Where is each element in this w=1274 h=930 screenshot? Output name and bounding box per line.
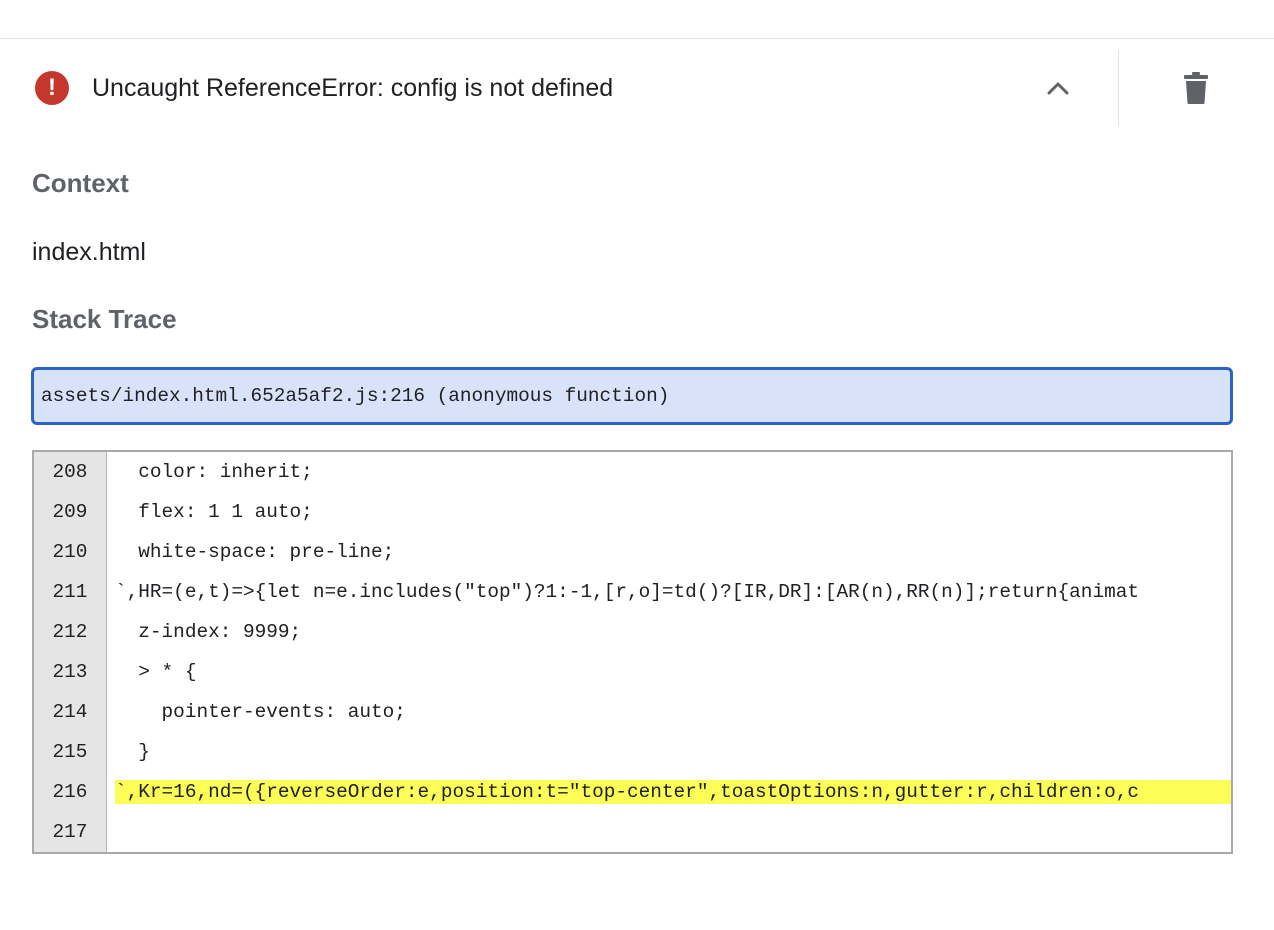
code-line-highlighted: 216 `,Kr=16,nd=({reverseOrder:e,position… xyxy=(34,772,1231,812)
chevron-up-icon xyxy=(1047,82,1069,95)
code-line: 209 flex: 1 1 auto; xyxy=(34,492,1231,532)
code-line: 214 pointer-events: auto; xyxy=(34,692,1231,732)
trash-icon xyxy=(1184,72,1208,104)
code-line: 211 `,HR=(e,t)=>{let n=e.includes("top")… xyxy=(34,572,1231,612)
line-code-highlighted: `,Kr=16,nd=({reverseOrder:e,position:t="… xyxy=(115,780,1231,804)
stack-frame-selected[interactable]: assets/index.html.652a5af2.js:216 (anony… xyxy=(31,367,1233,425)
line-code: } xyxy=(115,741,150,763)
header-divider xyxy=(1118,50,1119,126)
stack-trace-heading: Stack Trace xyxy=(32,304,177,334)
line-code: flex: 1 1 auto; xyxy=(115,501,313,523)
line-number: 212 xyxy=(52,621,88,643)
delete-button[interactable] xyxy=(1178,70,1214,106)
line-number: 215 xyxy=(52,741,88,763)
collapse-button[interactable] xyxy=(1040,72,1076,104)
line-code: color: inherit; xyxy=(115,461,313,483)
line-code: white-space: pre-line; xyxy=(115,541,395,563)
line-number: 210 xyxy=(52,541,88,563)
line-code: pointer-events: auto; xyxy=(115,701,406,723)
top-divider xyxy=(0,38,1274,39)
code-line: 215 } xyxy=(34,732,1231,772)
line-number: 217 xyxy=(52,821,88,843)
code-line: 212 z-index: 9999; xyxy=(34,612,1231,652)
line-number: 214 xyxy=(52,701,88,723)
line-number: 213 xyxy=(52,661,88,683)
code-line: 217 xyxy=(34,812,1231,852)
line-code: `,HR=(e,t)=>{let n=e.includes("top")?1:-… xyxy=(115,581,1139,603)
line-number: 211 xyxy=(52,581,88,603)
line-number: 208 xyxy=(52,461,88,483)
context-value: index.html xyxy=(32,238,146,266)
code-line: 208 color: inherit; xyxy=(34,452,1231,492)
context-heading: Context xyxy=(32,168,129,198)
exclamation-circle-icon: ! xyxy=(35,71,69,105)
error-message: Uncaught ReferenceError: config is not d… xyxy=(92,74,614,102)
code-line: 210 white-space: pre-line; xyxy=(34,532,1231,572)
source-code-viewer[interactable]: 208 color: inherit; 209 flex: 1 1 auto; … xyxy=(32,450,1233,854)
line-code: > * { xyxy=(115,661,197,683)
code-line: 213 > * { xyxy=(34,652,1231,692)
line-code: z-index: 9999; xyxy=(115,621,302,643)
line-number: 209 xyxy=(52,501,88,523)
stack-frame-label: assets/index.html.652a5af2.js:216 (anony… xyxy=(41,385,670,407)
line-number: 216 xyxy=(52,781,88,803)
